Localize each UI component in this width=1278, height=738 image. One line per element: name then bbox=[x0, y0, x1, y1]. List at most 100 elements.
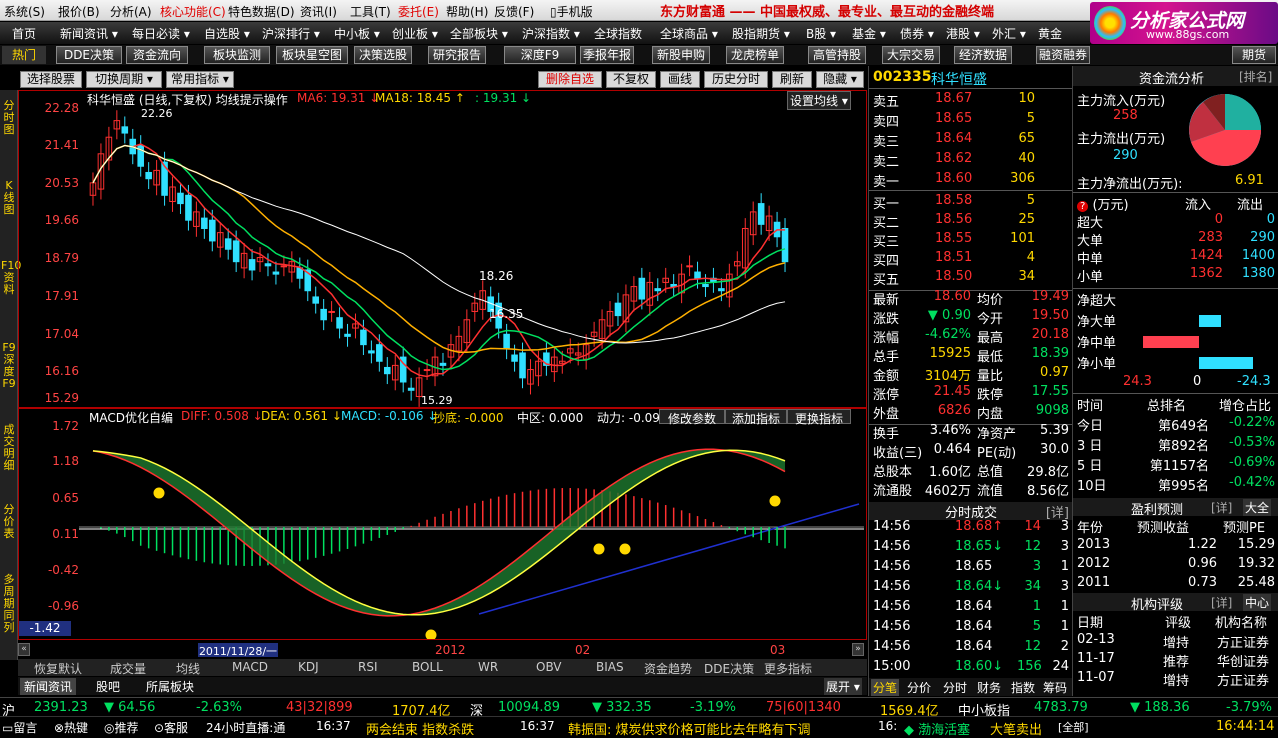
sidebar-multi-period[interactable]: 多周期同列 bbox=[1, 574, 17, 634]
hide-button[interactable]: 隐藏 ▾ bbox=[816, 71, 864, 88]
alert-all-button[interactable]: [全部] bbox=[1058, 719, 1089, 735]
menu-tools[interactable]: 工具(T) bbox=[350, 3, 391, 20]
menu-trade[interactable]: 委托(E) bbox=[398, 3, 439, 20]
tab-index[interactable]: 指数 bbox=[1011, 679, 1035, 696]
nav-global[interactable]: 全球指数 bbox=[594, 25, 642, 42]
kline-panel[interactable]: 科华恒盛 (日线,下复权) 均线提示操作 MA6: 19.31 ↓ MA18: … bbox=[18, 90, 867, 408]
tab-wr[interactable]: WR bbox=[478, 660, 498, 674]
sidebar-kline[interactable]: K线图 bbox=[1, 180, 17, 216]
recommend-button[interactable]: ◎推荐 bbox=[104, 719, 138, 736]
tab-macd[interactable]: MACD bbox=[232, 660, 268, 674]
tab-ticks[interactable]: 分笔 bbox=[871, 679, 900, 696]
buy-row[interactable]: 买二 18.56 25 bbox=[869, 211, 1073, 231]
draw-line-button[interactable]: 画线 bbox=[660, 71, 700, 88]
nav-daily[interactable]: 每日必读 ▾ bbox=[132, 25, 190, 42]
tab-forum[interactable]: 股吧 bbox=[96, 678, 120, 695]
buy-row[interactable]: 买三 18.55 101 bbox=[869, 230, 1073, 250]
change-indicator-button[interactable]: 更换指标 bbox=[787, 409, 851, 426]
news-headline-2[interactable]: 韩振国: 煤炭供求价格可能比去年略有下调 bbox=[568, 719, 811, 738]
edit-params-button[interactable]: 修改参数 bbox=[659, 409, 725, 426]
sidebar-trades[interactable]: 成交明细 bbox=[1, 424, 17, 472]
help-icon[interactable]: ? bbox=[1077, 201, 1089, 212]
menu-system[interactable]: 系统(S) bbox=[4, 3, 45, 20]
tab-finance[interactable]: 财务 bbox=[977, 679, 1001, 696]
nav-indices[interactable]: 沪深指数 ▾ bbox=[522, 25, 580, 42]
quick-sector-map[interactable]: 板块星空图 bbox=[276, 46, 348, 64]
menu-help[interactable]: 帮助(H) bbox=[446, 3, 488, 20]
nav-sme[interactable]: 中小板 ▾ bbox=[334, 25, 380, 42]
sell-row[interactable]: 卖二 18.62 40 bbox=[869, 150, 1073, 170]
tab-fund-trend[interactable]: 资金趋势 bbox=[644, 660, 692, 677]
news-headline-1[interactable]: 两会结束 指数杀跌 bbox=[366, 719, 474, 738]
nav-home[interactable]: 首页 bbox=[12, 25, 36, 42]
rating-center-button[interactable]: 中心 bbox=[1243, 594, 1272, 611]
menu-news[interactable]: 资讯(I) bbox=[300, 3, 337, 20]
profit-more-link[interactable]: [详] bbox=[1211, 499, 1232, 516]
nav-watchlist[interactable]: 自选股 ▾ bbox=[204, 25, 250, 42]
quick-stock-pick[interactable]: 决策选股 bbox=[354, 46, 412, 64]
sidebar-intraday[interactable]: 分时图 bbox=[1, 100, 17, 136]
nav-news[interactable]: 新闻资讯 ▾ bbox=[60, 25, 118, 42]
quick-dde[interactable]: DDE决策 bbox=[56, 46, 122, 64]
menu-mobile[interactable]: ▯手机版 bbox=[550, 3, 593, 20]
sidebar-f9[interactable]: F9深度F9 bbox=[1, 342, 17, 390]
service-button[interactable]: ⊙客服 bbox=[154, 719, 188, 736]
quick-exec-holdings[interactable]: 高管持股 bbox=[808, 46, 866, 64]
sell-row[interactable]: 卖三 18.64 65 bbox=[869, 130, 1073, 150]
macd-chart[interactable] bbox=[19, 409, 866, 639]
nav-gold[interactable]: 黄金 bbox=[1038, 25, 1062, 42]
ma-settings-button[interactable]: 设置均线 ▾ bbox=[787, 91, 851, 110]
menu-feedback[interactable]: 反馈(F) bbox=[494, 3, 534, 20]
tab-boll[interactable]: BOLL bbox=[412, 660, 443, 674]
quick-sector-monitor[interactable]: 板块监测 bbox=[204, 46, 270, 64]
nav-sectors[interactable]: 全部板块 ▾ bbox=[450, 25, 508, 42]
x-axis[interactable]: « 2011/11/28/一 2012 02 03 » bbox=[18, 641, 867, 659]
no-adjust-button[interactable]: 不复权 bbox=[606, 71, 656, 88]
tab-more[interactable]: 更多指标 bbox=[764, 660, 812, 677]
quick-fundflow[interactable]: 资金流向 bbox=[126, 46, 188, 64]
tab-bias[interactable]: BIAS bbox=[596, 660, 624, 674]
expand-button[interactable]: 展开 ▾ bbox=[824, 678, 862, 695]
menu-quote[interactable]: 报价(B) bbox=[58, 3, 100, 20]
quick-dragon-tiger[interactable]: 龙虎榜单 bbox=[726, 46, 784, 64]
buy-row[interactable]: 买四 18.51 4 bbox=[869, 249, 1073, 269]
remove-watchlist-button[interactable]: 删除自选 bbox=[538, 71, 602, 88]
quick-hot[interactable]: 热门 bbox=[2, 46, 46, 64]
refresh-button[interactable]: 刷新 bbox=[772, 71, 812, 88]
tab-kdj[interactable]: KDJ bbox=[298, 660, 319, 674]
quick-futures[interactable]: 期货 bbox=[1232, 46, 1276, 64]
sell-row[interactable]: 卖五 18.67 10 bbox=[869, 90, 1073, 110]
nav-commodities[interactable]: 全球商品 ▾ bbox=[660, 25, 718, 42]
switch-period-button[interactable]: 切换周期 ▾ bbox=[86, 71, 162, 88]
tab-news[interactable]: 新闻资讯 bbox=[20, 678, 77, 695]
scroll-left-icon[interactable]: « bbox=[18, 643, 30, 656]
nav-futures[interactable]: 股指期货 ▾ bbox=[732, 25, 790, 42]
fund-rank-link[interactable]: [排名] bbox=[1239, 68, 1272, 85]
sidebar-f10[interactable]: F10资料 bbox=[1, 260, 21, 296]
tab-sectors[interactable]: 所属板块 bbox=[146, 678, 194, 695]
sell-row[interactable]: 卖四 18.65 5 bbox=[869, 110, 1073, 130]
menu-feature-data[interactable]: 特色数据(D) bbox=[228, 3, 295, 20]
nav-forex[interactable]: 外汇 ▾ bbox=[992, 25, 1026, 42]
nav-bonds[interactable]: 债券 ▾ bbox=[900, 25, 934, 42]
quick-research[interactable]: 研究报告 bbox=[428, 46, 486, 64]
common-indicators-button[interactable]: 常用指标 ▾ bbox=[166, 71, 234, 88]
macd-panel[interactable]: MACD优化自编 DIFF: 0.508 ↓ DEA: 0.561 ↓ MACD… bbox=[18, 408, 867, 640]
nav-bshares[interactable]: B股 ▾ bbox=[806, 25, 836, 42]
kline-chart[interactable] bbox=[19, 91, 866, 407]
nav-hk[interactable]: 港股 ▾ bbox=[946, 25, 980, 42]
nav-funds[interactable]: 基金 ▾ bbox=[852, 25, 886, 42]
scroll-right-icon[interactable]: » bbox=[852, 643, 864, 656]
quick-margin[interactable]: 融资融券 bbox=[1036, 46, 1090, 64]
profit-all-button[interactable]: 大全 bbox=[1243, 499, 1272, 516]
tab-obv[interactable]: OBV bbox=[536, 660, 562, 674]
alert-stock[interactable]: ◆ 渤海活塞 bbox=[904, 719, 970, 738]
tab-price-dist[interactable]: 分价 bbox=[907, 679, 931, 696]
rating-more-link[interactable]: [详] bbox=[1211, 594, 1232, 611]
live-label[interactable]: 24小时直播:通 bbox=[206, 719, 285, 736]
tab-intraday[interactable]: 分时 bbox=[943, 679, 967, 696]
tab-chips[interactable]: 筹码 bbox=[1043, 679, 1067, 696]
sidebar-price-table[interactable]: 分价表 bbox=[1, 504, 17, 540]
message-button[interactable]: ▭留言 bbox=[2, 719, 37, 736]
tab-restore-default[interactable]: 恢复默认 bbox=[34, 660, 82, 677]
